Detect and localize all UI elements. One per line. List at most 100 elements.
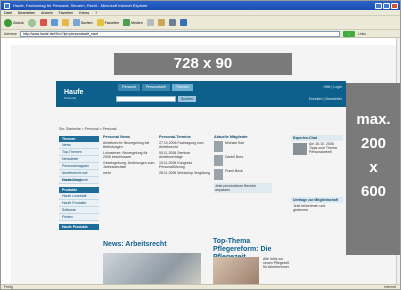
nav-item[interactable]: Personalmagazin (59, 163, 99, 170)
search-icon (72, 19, 80, 26)
menu-datei[interactable]: Datei (4, 11, 12, 15)
survey-text[interactable]: Jetzt teilnehmen und gewinnen (293, 204, 341, 212)
logo-subtitle: Personal (64, 96, 76, 100)
favorites-button[interactable]: Favoriten (96, 19, 120, 26)
event-item[interactable]: 05.11.2006 Seminar Arbeitsverträge (159, 151, 211, 159)
star-icon (96, 19, 104, 26)
skyscraper-ad: max. 200 x 600 (346, 83, 400, 255)
favorites-label: Favoriten (104, 20, 120, 25)
tab-themen[interactable]: Themen (171, 84, 193, 91)
header-links[interactable]: Hilfe | Login (324, 85, 342, 89)
news-section-title[interactable]: News: Arbeitsrecht (103, 241, 167, 248)
links-label[interactable]: Links (358, 32, 366, 36)
news-column: Personal News Arbeitsrecht: Neuregelung … (103, 135, 155, 176)
title-bar: Haufe, Fachverlag für Personal, Steuern,… (1, 1, 400, 10)
refresh-icon[interactable] (50, 19, 58, 26)
menu-favoriten[interactable]: Favoriten (59, 11, 74, 15)
edit-icon[interactable] (179, 19, 187, 26)
close-button[interactable] (391, 2, 398, 9)
status-text: Fertig (4, 285, 13, 289)
site-logo[interactable]: Haufe Personal (64, 89, 83, 100)
expert-photo (293, 143, 307, 155)
search-input[interactable] (116, 96, 176, 102)
nav-item[interactable]: Fristen (59, 214, 99, 221)
member-name: Daniel Bors (225, 155, 244, 159)
menu-bearbeiten[interactable]: Bearbeiten (18, 11, 35, 15)
back-label: Zurück (13, 20, 24, 25)
news-item[interactable]: Lohnsteuer: Neuregelung für 2006 beschlo… (103, 151, 155, 159)
breadcrumb[interactable]: Sie: Startseite > Personal > Personal (59, 127, 116, 131)
menu-help[interactable]: ? (95, 11, 97, 15)
search-row: Suchen (116, 96, 196, 102)
news-item[interactable]: Gesetzgebung: Änderungen zum Jahreswechs… (103, 161, 155, 169)
media-label: Medien (131, 20, 143, 25)
logo-text: Haufe (64, 89, 84, 96)
nav-item[interactable]: Newsletter (59, 156, 99, 163)
nav-item[interactable]: Haufe Produkte (59, 200, 99, 207)
member-entry[interactable]: Frank Beck (214, 169, 272, 180)
search-button[interactable]: Suchen (72, 19, 93, 26)
member-entry[interactable]: Michael Karl (214, 141, 272, 152)
news-column-heading: Personal News (103, 135, 131, 139)
avatar (214, 141, 223, 152)
top-theme-text[interactable]: Alle Infos zur neuen Pflegezeit für Arbe… (263, 257, 293, 270)
members-column: Aktuelle Mitglieder Michael Karl Daniel … (214, 135, 272, 195)
menu-ansicht[interactable]: Ansicht (41, 11, 52, 15)
skyscraper-line-3: x (369, 159, 378, 176)
site-header: Haufe Personal Personal Personalwelt The… (56, 81, 346, 107)
forward-icon (27, 18, 36, 27)
search-submit-button[interactable]: Suchen (178, 96, 196, 102)
nav-item[interactable]: Haufe Loseblatt (59, 193, 99, 200)
stop-icon[interactable] (39, 19, 47, 26)
home-icon[interactable] (61, 19, 69, 26)
news-item[interactable]: Arbeitsrecht: Neuregelung bei Befristung… (103, 141, 155, 149)
nav-section-haufe-produkte[interactable]: Haufe Produkte (59, 224, 99, 230)
avatar (214, 155, 223, 166)
nav-item[interactable]: Haufe-Akademie (59, 177, 99, 184)
customize-link[interactable]: Jetzt persönlichen Bereich anpassen (214, 183, 272, 194)
nav-item[interactable]: News (59, 142, 99, 149)
member-name: Michael Karl (225, 141, 245, 145)
address-field[interactable]: http://www.haufe.de/HI/c/?tpl=personalwe… (19, 30, 340, 37)
event-item[interactable]: 28.11.2006 Workshop Vergütung (159, 171, 211, 175)
news-more-link[interactable]: mehr (103, 171, 155, 175)
event-item[interactable]: 15.11.2006 Kongress Personalführung (159, 161, 211, 169)
go-button[interactable]: → (342, 30, 355, 37)
survey-heading: Umfrage zur Mitgliedschaft (291, 197, 343, 203)
members-column-heading: Aktuelle Mitglieder (214, 135, 248, 139)
print-icon[interactable] (168, 19, 176, 26)
tab-personalwelt[interactable]: Personalwelt (141, 84, 170, 91)
menu-extras[interactable]: Extras (79, 11, 89, 15)
leaderboard-ad: 728 x 90 (114, 53, 292, 75)
search-extra-links[interactable]: Erweitert | Newsletter (309, 97, 342, 101)
nav-item[interactable]: Software (59, 207, 99, 214)
nav-item[interactable]: Top-Themen (59, 149, 99, 156)
events-column: Personal-Termine 27.10.2006 Fachtagung z… (159, 135, 211, 176)
address-bar: Adresse http://www.haufe.de/HI/c/?tpl=pe… (1, 30, 400, 38)
left-navigation: Themen News Top-Themen Newsletter Person… (59, 133, 99, 230)
media-icon (123, 19, 131, 26)
expert-chat-heading: Experten-Chat (291, 135, 343, 141)
browser-window: Haufe, Fachverlag für Personal, Steuern,… (0, 0, 401, 290)
forward-button[interactable] (27, 18, 36, 27)
nav-item[interactable]: Arbeitsrecht und Entwicklung (59, 170, 99, 182)
status-bar: Fertig Internet (1, 284, 400, 289)
minimize-button[interactable] (375, 2, 382, 9)
search-label: Suchen (80, 20, 93, 25)
top-theme-image[interactable] (213, 257, 259, 287)
ie-icon (4, 2, 10, 9)
sidebar-box: Experten-Chat Am 16.10. 2006 Tipps zum T… (291, 135, 343, 213)
toolbar: Zurück Suchen Favoriten Medien (1, 16, 400, 30)
skyscraper-line-2: 200 (360, 135, 387, 152)
skyscraper-line-1: max. (356, 111, 391, 128)
member-entry[interactable]: Daniel Bors (214, 155, 272, 166)
media-button[interactable]: Medien (123, 19, 143, 26)
event-item[interactable]: 27.10.2006 Fachtagung zum Arbeitsrecht (159, 141, 211, 149)
back-button[interactable]: Zurück (4, 18, 24, 27)
history-icon[interactable] (146, 19, 154, 26)
tab-personal[interactable]: Personal (118, 84, 140, 91)
mail-icon[interactable] (157, 19, 165, 26)
member-name: Frank Beck (225, 169, 243, 173)
events-column-heading: Personal-Termine (159, 135, 191, 139)
maximize-button[interactable] (383, 2, 390, 9)
